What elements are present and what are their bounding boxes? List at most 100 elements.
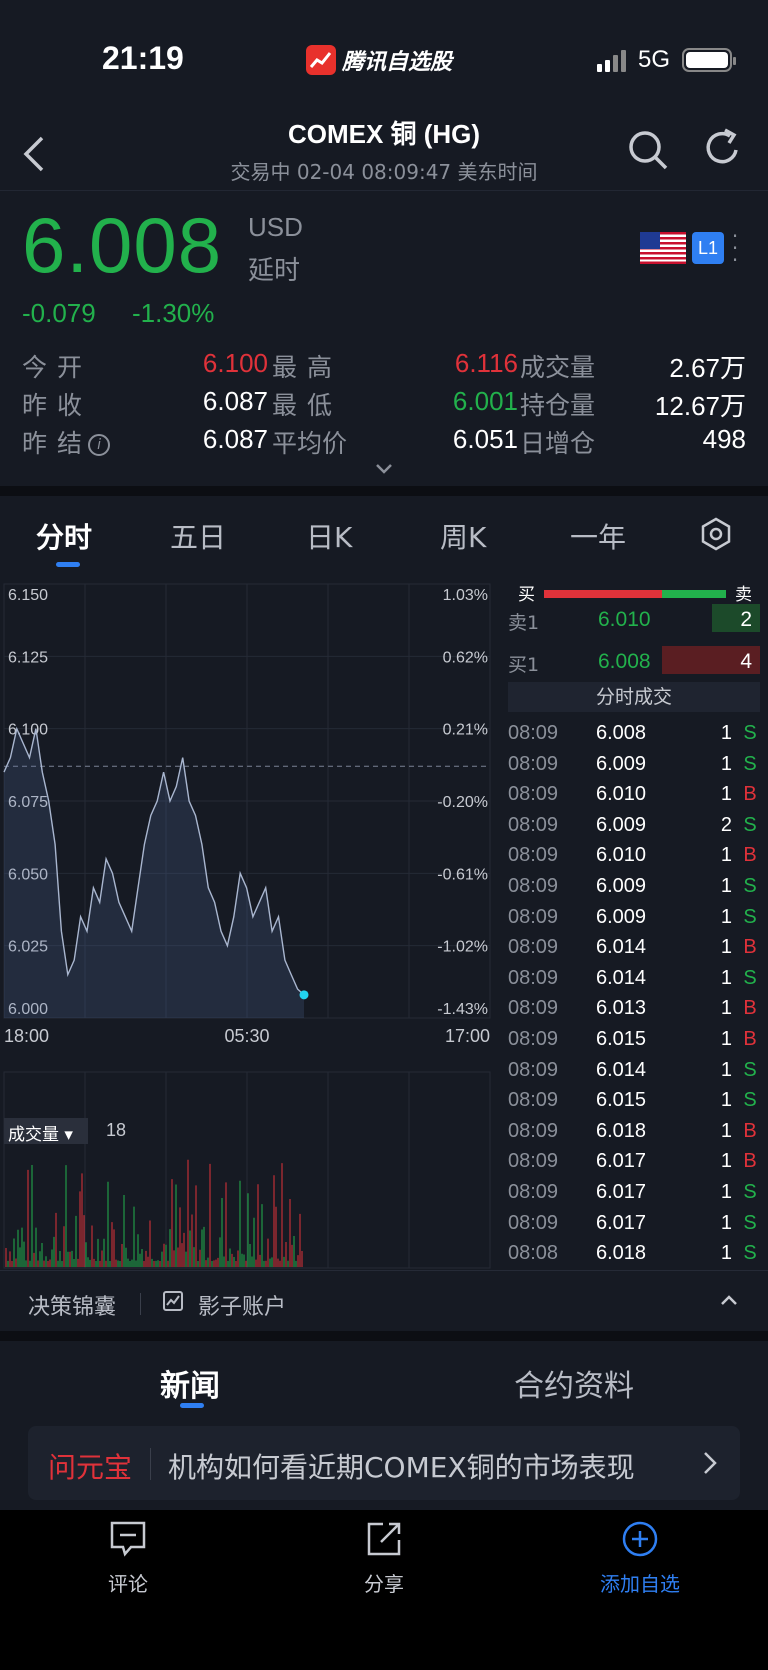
sell-ratio-bar [662, 590, 726, 598]
y-tick-label: 6.100 [8, 722, 48, 739]
caret-down-icon: ▾ [64, 1125, 73, 1145]
info-icon[interactable]: i [88, 434, 111, 456]
us-flag-icon[interactable] [640, 232, 686, 264]
trade-price: 6.009 [596, 875, 647, 897]
app-root: 21:19 腾讯自选股 5G COMEX 铜 (HG) 交易中 02-04 08… [0, 0, 768, 1670]
trade-price: 6.013 [596, 997, 647, 1020]
trade-row: 08:09 6.013 1 B [508, 997, 760, 1027]
tab-contract-info[interactable]: 合约资料 [514, 1361, 634, 1405]
shadow-account-link[interactable]: 影子账户 [198, 1289, 286, 1321]
level-badge[interactable]: L1 [692, 232, 724, 264]
open-interest-value: 12.67万 [654, 391, 746, 421]
trade-price: 6.010 [596, 844, 647, 867]
decision-kit-link[interactable]: 决策锦囊 [28, 1289, 116, 1321]
shadow-account-icon[interactable] [162, 1290, 184, 1312]
prev-settle-value: 6.087 [202, 424, 268, 454]
trade-price: 6.015 [596, 1089, 647, 1112]
section-gap-2 [0, 1331, 768, 1341]
chevron-down-icon[interactable] [374, 462, 394, 476]
last-price-dot [299, 990, 309, 1000]
trade-side: B [743, 1150, 757, 1173]
period-tabs: 分时 五日 日K 周K 一年 [0, 496, 768, 572]
pct-tick-label: 0.21% [443, 722, 488, 739]
refresh-icon[interactable] [703, 128, 743, 168]
search-icon[interactable] [626, 128, 670, 172]
trade-side: B [743, 844, 757, 867]
tab-news[interactable]: 新闻 [160, 1361, 220, 1405]
add-watchlist-button[interactable]: 添加自选 [580, 1520, 700, 1597]
trade-side: S [743, 1058, 757, 1081]
tab-daily-k[interactable]: 日K [306, 516, 352, 556]
tab-weekly-k[interactable]: 周K [440, 516, 486, 556]
comment-button[interactable]: 评论 [68, 1520, 188, 1597]
trade-side: S [743, 1181, 757, 1203]
buy-ratio-label: 买 [518, 585, 535, 605]
volume-value: 2.67万 [669, 353, 746, 383]
more-options-icon[interactable]: · · · [730, 226, 740, 270]
price-change-pct: -1.30% [132, 298, 215, 328]
trade-side: S [743, 722, 757, 744]
intraday-chart[interactable]: 6.1501.03%6.1250.62%6.1000.21%6.075-0.20… [0, 572, 494, 1272]
trade-row: 08:09 6.017 1 B [508, 1150, 760, 1180]
ai-divider [150, 1448, 151, 1480]
trade-row: 08:09 6.014 1 S [508, 967, 760, 997]
pct-tick-label: 0.62% [443, 649, 488, 666]
volume-indicator-selector[interactable]: 成交量 ▾ [4, 1118, 88, 1145]
trade-qty: 2 [720, 813, 732, 836]
trade-row: 08:09 6.014 1 B [508, 936, 760, 966]
prev-settle-label[interactable]: 昨结 i [22, 424, 111, 460]
trade-row: 08:09 6.010 1 B [508, 844, 760, 874]
avg-value: 6.051 [452, 424, 518, 454]
ai-question-card[interactable]: 问元宝 机构如何看近期COMEX铜的市场表现 [28, 1426, 740, 1500]
currency: USD [248, 212, 303, 242]
trade-price: 6.017 [596, 1211, 647, 1234]
trade-time: 08:09 [508, 1119, 559, 1142]
trade-row: 08:09 6.017 1 S [508, 1181, 760, 1211]
tab-five-day[interactable]: 五日 [170, 516, 226, 556]
app-badge: 腾讯自选股 [306, 44, 452, 76]
trade-price: 6.014 [596, 936, 647, 959]
trade-row: 08:09 6.015 1 B [508, 1028, 760, 1058]
chevron-up-icon[interactable] [720, 1294, 738, 1306]
trade-time: 08:09 [508, 1028, 559, 1050]
trade-qty: 1 [720, 936, 732, 959]
share-label: 分享 [364, 1572, 404, 1596]
pct-tick-label: -0.20% [437, 794, 488, 811]
ai-brand: 问元宝 [48, 1451, 133, 1484]
trade-time: 08:09 [508, 1058, 559, 1081]
y-tick-label: 6.150 [8, 587, 48, 604]
trade-side: S [743, 1089, 757, 1112]
ai-question: 机构如何看近期COMEX铜的市场表现 [168, 1451, 635, 1484]
trade-price: 6.014 [596, 1058, 647, 1081]
tab-one-year[interactable]: 一年 [570, 516, 626, 556]
trade-qty: 1 [720, 783, 732, 806]
trade-row: 08:09 6.009 1 S [508, 906, 760, 936]
pct-tick-label: -0.61% [437, 866, 488, 883]
trade-side: S [743, 1242, 757, 1265]
high-value: 6.116 [454, 348, 518, 378]
last-price: 6.008 [22, 201, 223, 289]
trade-side: B [743, 783, 757, 806]
status-time: 21:19 [102, 40, 184, 76]
trade-price: 6.008 [596, 722, 647, 744]
pct-tick-label: -1.02% [437, 939, 488, 956]
trade-side: B [743, 936, 757, 959]
tab-intraday[interactable]: 分时 [36, 516, 92, 556]
trade-qty: 1 [720, 1150, 732, 1173]
trade-row: 08:09 6.014 1 S [508, 1059, 760, 1089]
prev-close-value: 6.087 [202, 386, 268, 416]
trade-row: 08:09 6.017 1 S [508, 1212, 760, 1242]
prev-settle-text: 昨结 [22, 429, 93, 458]
trade-time: 08:09 [508, 905, 559, 928]
trade-price: 6.014 [596, 966, 647, 989]
trade-qty: 1 [720, 966, 732, 989]
trade-qty: 1 [720, 997, 732, 1020]
x-tick-label: 05:30 [224, 1026, 269, 1046]
trade-price: 6.009 [596, 905, 647, 928]
share-button[interactable]: 分享 [324, 1520, 444, 1597]
add-watchlist-label: 添加自选 [600, 1572, 680, 1596]
trade-price: 6.018 [596, 1119, 647, 1142]
settings-gear-icon[interactable] [698, 516, 734, 552]
trade-row: 08:09 6.018 1 B [508, 1120, 760, 1150]
trade-time: 08:08 [508, 1242, 559, 1265]
